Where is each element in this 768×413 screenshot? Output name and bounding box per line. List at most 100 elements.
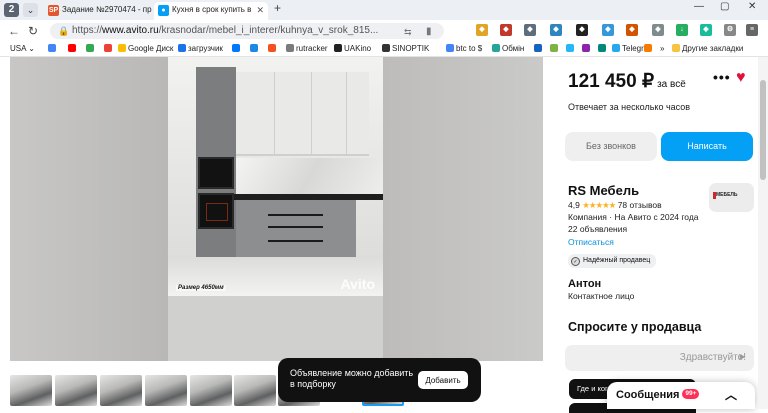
bookmark-item[interactable] xyxy=(104,42,114,56)
url-field[interactable]: 🔒 https://www.avito.ru/krasnodar/mebel_i… xyxy=(50,23,444,39)
bookmark-item[interactable] xyxy=(250,42,260,56)
photo-lower-cabinets xyxy=(236,200,356,258)
maximize-icon[interactable]: ▢ xyxy=(720,1,729,12)
rating-value: 4,9 xyxy=(568,200,580,210)
bookmark-item[interactable]: » xyxy=(660,42,664,56)
add-button[interactable]: Добавить xyxy=(418,371,468,389)
bookmark-item[interactable]: Telegr xyxy=(612,42,644,56)
thumbnail[interactable] xyxy=(234,375,276,406)
bookmark-item[interactable] xyxy=(86,42,96,56)
messages-panel[interactable]: Сообщения 99+ ︿ xyxy=(607,382,755,409)
extension-icon[interactable]: ◆ xyxy=(500,24,512,36)
download-icon[interactable]: ↓ xyxy=(676,24,688,36)
photo-gallery[interactable]: Размер 4650мм Avito xyxy=(10,57,543,361)
bookmark-label: Обмін xyxy=(502,44,525,53)
bookmark-label: UAKino xyxy=(344,44,372,53)
tab-active[interactable]: ● Кухня в срок купить в ✕ xyxy=(154,2,268,20)
translate-icon[interactable]: ⇆ xyxy=(404,25,412,39)
extension-icon[interactable]: ◆ xyxy=(524,24,536,36)
bookmark-item[interactable]: Google Диск xyxy=(118,42,173,56)
add-to-collection-toast: Объявление можно добавить в подборку Доб… xyxy=(278,358,481,402)
tab-count-badge[interactable]: 2 xyxy=(4,3,19,17)
menu-icon[interactable]: ≡ xyxy=(746,24,758,36)
other-bookmarks[interactable]: Другие закладки xyxy=(672,42,743,56)
bookmark-item[interactable]: Обмін xyxy=(492,42,524,56)
unsubscribe-link[interactable]: Отписаться xyxy=(568,237,614,247)
bookmark-item[interactable]: USA ⌄ xyxy=(10,42,35,56)
scrollbar-thumb[interactable] xyxy=(760,80,766,180)
minimize-icon[interactable]: — xyxy=(694,1,704,12)
tab-list-chevron-icon[interactable]: ⌄ xyxy=(23,3,38,17)
extension-icon[interactable]: ◆ xyxy=(602,24,614,36)
reload-icon[interactable]: ↻ xyxy=(28,24,38,38)
avito-watermark: Avito xyxy=(340,276,375,292)
bookmark-item[interactable] xyxy=(268,42,278,56)
bookmark-label: USA xyxy=(10,44,27,53)
bookmark-item[interactable]: загрузчик xyxy=(178,42,223,56)
url-prefix: https:// xyxy=(72,25,103,36)
extension-icon[interactable]: ◆ xyxy=(700,24,712,36)
contact-name: Антон xyxy=(568,278,602,290)
extension-icon[interactable]: ◆ xyxy=(550,24,562,36)
bookmark-item[interactable] xyxy=(582,42,592,56)
bookmark-item[interactable] xyxy=(48,42,58,56)
more-options-icon[interactable]: ••• xyxy=(713,69,731,85)
url-domain: www.avito.ru xyxy=(102,25,159,36)
bookmark-item[interactable] xyxy=(566,42,576,56)
youtube-icon xyxy=(68,44,76,52)
chevron-up-icon[interactable]: ︿ xyxy=(725,382,737,409)
bookmark-item[interactable] xyxy=(68,42,78,56)
url-path: /krasnodar/mebel_i_interer/kuhnya_v_srok… xyxy=(158,25,379,36)
bookmark-item[interactable] xyxy=(550,42,560,56)
thumbnail[interactable] xyxy=(100,375,142,406)
close-window-icon[interactable]: ✕ xyxy=(748,1,756,12)
bookmark-item[interactable]: SINOPTIK xyxy=(382,42,429,56)
bookmark-item[interactable]: UAKino xyxy=(334,42,371,56)
seller-name[interactable]: RS Мебель xyxy=(568,183,639,198)
write-message-button[interactable]: Написать xyxy=(661,132,753,161)
bookmark-item[interactable] xyxy=(232,42,242,56)
kitchen-photo[interactable]: Размер 4650мм Avito xyxy=(168,57,383,296)
seller-ads-count[interactable]: 22 объявления xyxy=(568,224,627,234)
photo-caption: Размер 4650мм xyxy=(176,285,226,291)
bookmark-icon xyxy=(550,44,558,52)
thumbnail[interactable] xyxy=(10,375,52,406)
exchange-icon xyxy=(492,44,500,52)
bookmark-item[interactable] xyxy=(534,42,544,56)
tab-inactive[interactable]: SP Задание №2970474 - про xyxy=(44,2,152,20)
back-icon[interactable]: ← xyxy=(8,24,20,38)
thumbnail[interactable] xyxy=(145,375,187,406)
send-icon[interactable]: ➤ xyxy=(738,345,746,371)
avito-favicon-icon: ● xyxy=(158,5,169,16)
seller-logo[interactable]: МЕБЕЛЬ xyxy=(709,183,754,212)
settings-icon[interactable]: ⚙ xyxy=(724,24,736,36)
new-tab-icon[interactable]: + xyxy=(274,1,281,15)
extension-icon[interactable]: ◆ xyxy=(476,24,488,36)
bookmarks-bar: USA ⌄ Google Диск загрузчик rutracker UA… xyxy=(0,42,768,57)
favorite-heart-icon[interactable]: ♥ xyxy=(736,69,746,87)
seller-rating[interactable]: 4,9 ★★★★★ 78 отзывов xyxy=(568,200,662,211)
google-icon xyxy=(446,44,454,52)
price-value: 121 450 ₽ xyxy=(568,71,655,92)
bookmark-label: rutracker xyxy=(296,44,328,53)
extension-icon[interactable]: ◆ xyxy=(626,24,638,36)
bookmark-item[interactable]: btc to $ xyxy=(446,42,482,56)
bookmark-label: btc to $ xyxy=(456,44,483,53)
thumbnail[interactable] xyxy=(190,375,232,406)
bookmark-icon[interactable]: ▮ xyxy=(426,25,432,39)
bookmark-item[interactable] xyxy=(644,42,654,56)
seller-company-info: Компания · На Авито с 2024 года xyxy=(568,212,699,222)
telegram-icon xyxy=(612,44,620,52)
message-input[interactable]: Здравствуйте! ➤ xyxy=(565,345,754,371)
extension-icon[interactable]: ◆ xyxy=(576,24,588,36)
bookmark-icon xyxy=(582,44,590,52)
extension-icon[interactable]: ◆ xyxy=(652,24,664,36)
maps-icon xyxy=(86,44,94,52)
thumbnail[interactable] xyxy=(55,375,97,406)
bookmark-item[interactable] xyxy=(598,42,608,56)
reviews-link[interactable]: 78 отзывов xyxy=(618,200,662,210)
seller-logo-text: МЕБЕЛЬ xyxy=(716,192,738,198)
bookmark-item[interactable]: rutracker xyxy=(286,42,328,56)
no-calls-button[interactable]: Без звонков xyxy=(565,132,657,161)
close-icon[interactable]: ✕ xyxy=(256,2,264,18)
